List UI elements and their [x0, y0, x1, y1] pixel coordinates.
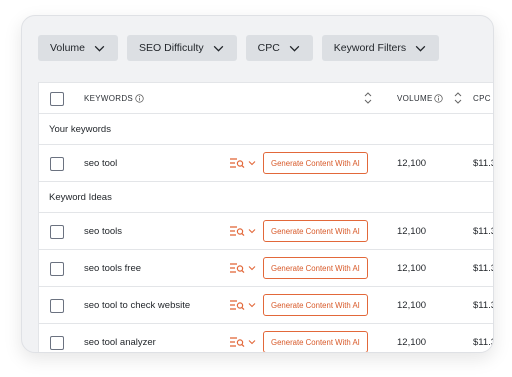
filter-label: SEO Difficulty [139, 42, 204, 54]
volume-filter-button[interactable]: Volume [38, 35, 119, 61]
info-icon [135, 93, 144, 103]
keyword-text: seo tools free [84, 263, 142, 274]
row-checkbox[interactable] [50, 225, 64, 239]
table-header: KEYWORDS VOLUME CPC [39, 83, 493, 114]
content-list-icon[interactable] [229, 157, 245, 169]
volume-value: 12,100 [397, 226, 427, 237]
cpc-value: $11.3 [473, 337, 494, 348]
row-checkbox[interactable] [50, 262, 64, 276]
chevron-down-icon[interactable] [247, 337, 257, 347]
keyword-filters-button[interactable]: Keyword Filters [321, 35, 440, 61]
chevron-down-icon[interactable] [247, 158, 257, 168]
chevron-down-icon[interactable] [247, 263, 257, 273]
section-header-keyword-ideas: Keyword Ideas [39, 182, 493, 213]
generate-content-button[interactable]: Generate Content With AI [263, 331, 368, 352]
chevron-down-icon [289, 45, 300, 52]
filter-bar: Volume SEO Difficulty CPC Keyword Filter… [38, 35, 440, 61]
chevron-down-icon[interactable] [247, 226, 257, 236]
content-list-icon[interactable] [229, 262, 245, 274]
cpc-value: $11.3 [473, 263, 494, 274]
generate-content-button[interactable]: Generate Content With AI [263, 294, 368, 316]
filter-label: CPC [257, 42, 280, 54]
row-checkbox[interactable] [50, 336, 64, 350]
generate-content-button[interactable]: Generate Content With AI [263, 152, 368, 174]
info-icon [434, 93, 443, 103]
cpc-filter-button[interactable]: CPC [245, 35, 313, 61]
content-list-icon[interactable] [229, 336, 245, 348]
chevron-down-icon[interactable] [247, 300, 257, 310]
filter-label: Volume [50, 42, 86, 54]
table-row: seo tools Generate Content With AI 12,10… [39, 213, 494, 250]
volume-value: 12,100 [397, 263, 427, 274]
section-header-your-keywords: Your keywords [39, 114, 493, 145]
volume-column-header: VOLUME [397, 94, 433, 103]
chevron-down-icon [415, 45, 426, 52]
table-row: seo tool to check website Generate Conte… [39, 287, 494, 324]
sort-icon[interactable] [363, 91, 373, 105]
section-title: Your keywords [49, 124, 111, 135]
keyword-text: seo tool [84, 158, 118, 169]
table-row: seo tools free Generate Content With AI … [39, 250, 494, 287]
cpc-column-header: CPC [473, 94, 491, 103]
table-row: seo tool Generate Content With AI 12,100… [39, 145, 494, 182]
cpc-value: $11.3 [473, 300, 494, 311]
volume-value: 12,100 [397, 300, 427, 311]
keyword-text: seo tool to check website [84, 300, 191, 311]
content-list-icon[interactable] [229, 299, 245, 311]
row-checkbox[interactable] [50, 299, 64, 313]
seo-difficulty-filter-button[interactable]: SEO Difficulty [127, 35, 237, 61]
content-list-icon[interactable] [229, 225, 245, 237]
chevron-down-icon [94, 45, 105, 52]
keywords-table: KEYWORDS VOLUME CPC Your keywords seo to… [38, 82, 494, 352]
keyword-research-card: Volume SEO Difficulty CPC Keyword Filter… [21, 15, 494, 353]
volume-value: 12,100 [397, 158, 427, 169]
filter-label: Keyword Filters [333, 42, 407, 54]
volume-value: 12,100 [397, 337, 427, 348]
generate-content-button[interactable]: Generate Content With AI [263, 257, 368, 279]
cpc-value: $11.3 [473, 226, 494, 237]
row-checkbox[interactable] [50, 157, 64, 171]
select-all-checkbox[interactable] [50, 92, 64, 106]
generate-content-button[interactable]: Generate Content With AI [263, 220, 368, 242]
keywords-column-header: KEYWORDS [84, 94, 134, 103]
keyword-text: seo tools [84, 226, 123, 237]
section-title: Keyword Ideas [49, 192, 112, 203]
keyword-text: seo tool analyzer [84, 337, 156, 348]
chevron-down-icon [213, 45, 223, 52]
sort-icon[interactable] [453, 91, 463, 105]
cpc-value: $11.3 [473, 158, 494, 169]
table-row: seo tool analyzer Generate Content With … [39, 324, 494, 352]
